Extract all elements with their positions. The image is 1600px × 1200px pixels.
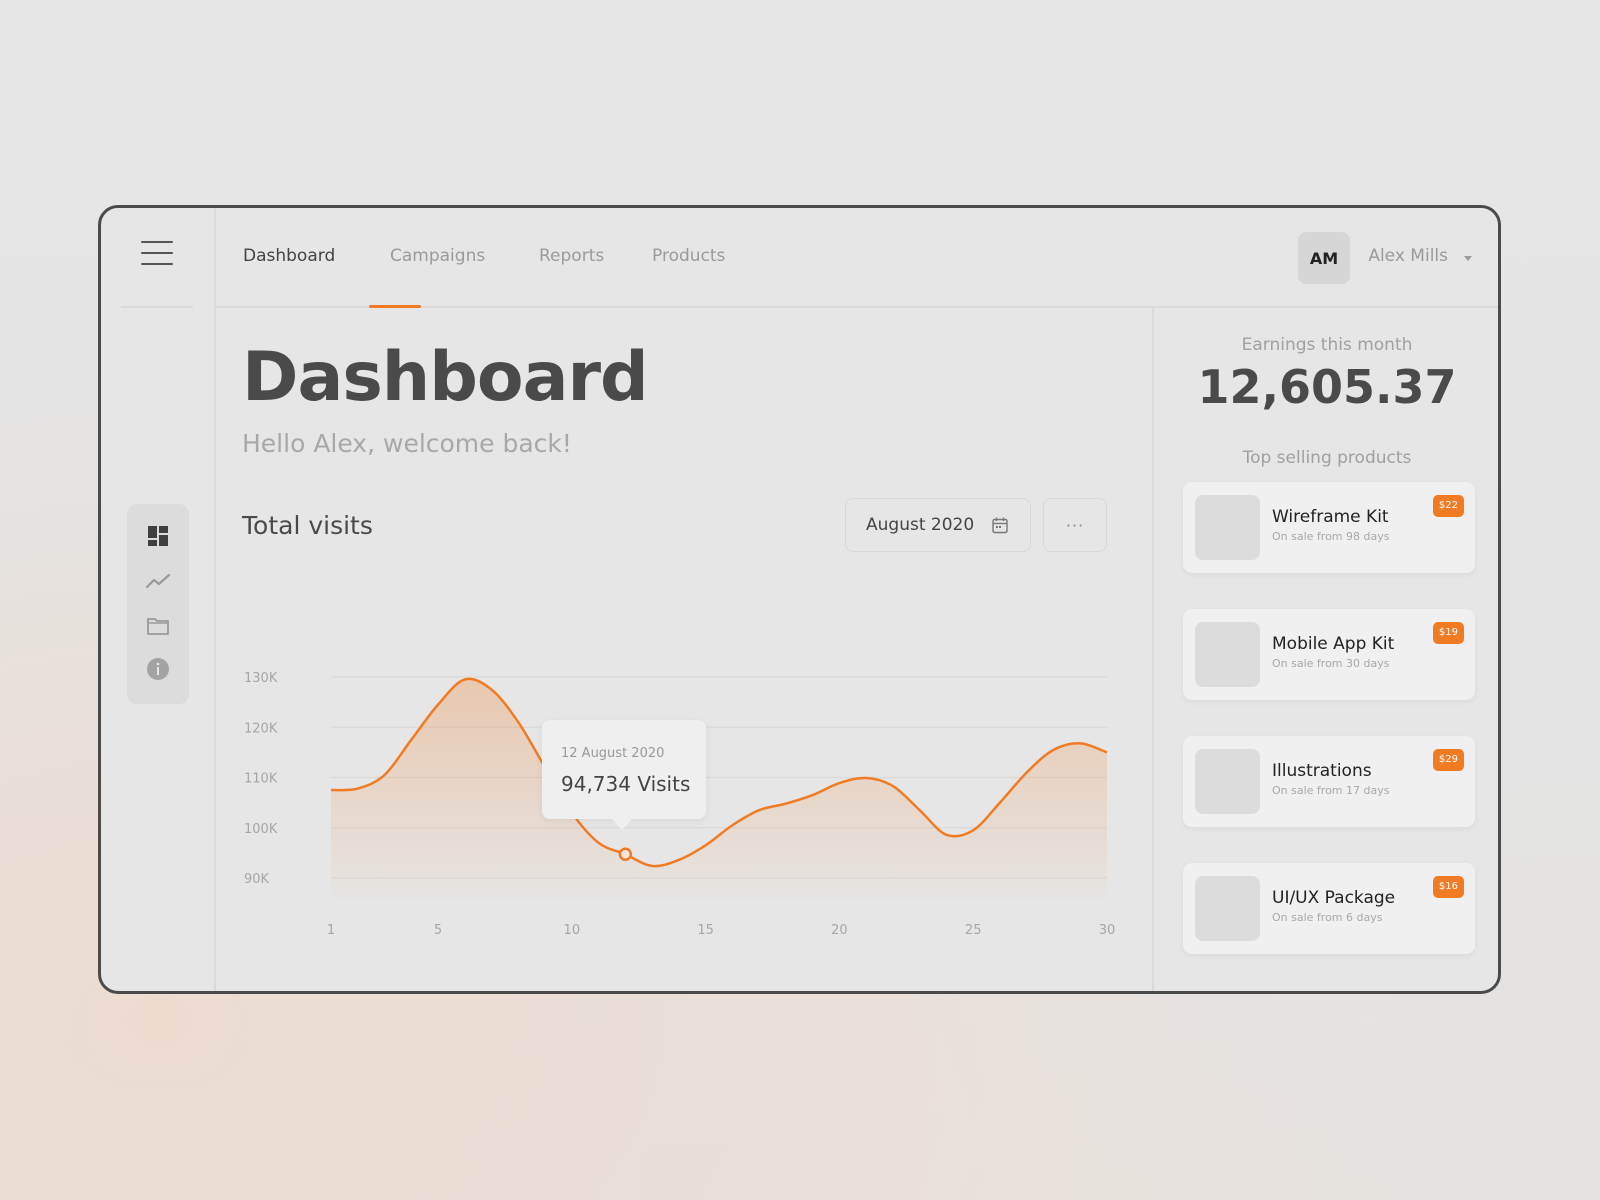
product-card[interactable]: UI/UX Package On sale from 6 days $16	[1183, 863, 1475, 954]
x-tick-label: 25	[965, 923, 982, 938]
x-tick-label: 20	[831, 923, 848, 938]
price-badge: $19	[1432, 622, 1464, 644]
chart-tooltip: 12 August 2020 94,734 Visits	[542, 720, 706, 830]
chevron-down-icon[interactable]	[1464, 256, 1472, 261]
product-card[interactable]: Mobile App Kit On sale from 30 days $19	[1183, 609, 1475, 700]
y-tick-label: 120K	[244, 721, 278, 736]
product-thumbnail	[1195, 749, 1260, 814]
product-thumbnail	[1195, 495, 1260, 560]
x-tick-label: 10	[564, 923, 581, 938]
page-title: Dashboard	[242, 338, 649, 417]
app-window: Dashboard Campaigns Reports Products AM …	[98, 205, 1501, 994]
folder-icon[interactable]	[146, 613, 170, 637]
dashboard-icon[interactable]	[146, 524, 170, 548]
menu-icon[interactable]	[141, 241, 173, 267]
info-icon[interactable]	[146, 657, 170, 681]
product-subtitle: On sale from 98 days	[1272, 530, 1390, 543]
rail-divider	[121, 306, 193, 308]
date-filter-button[interactable]: August 2020	[845, 498, 1031, 552]
product-subtitle: On sale from 17 days	[1272, 784, 1390, 797]
date-filter-label: August 2020	[866, 515, 975, 535]
product-thumbnail	[1195, 876, 1260, 941]
earnings-label: Earnings this month	[1241, 335, 1413, 355]
more-options-button[interactable]: ···	[1043, 498, 1107, 552]
right-panel: Earnings this month 12,605.37 Top sellin…	[1156, 308, 1498, 991]
price-badge: $29	[1432, 749, 1464, 771]
earnings-value: 12,605.37	[1197, 360, 1457, 414]
trend-icon[interactable]	[145, 569, 171, 593]
product-subtitle: On sale from 30 days	[1272, 657, 1390, 670]
highlight-point[interactable]	[618, 847, 633, 861]
tooltip-date: 12 August 2020	[561, 746, 665, 761]
top-selling-label: Top selling products	[1242, 448, 1412, 468]
y-tick-label: 130K	[244, 671, 278, 686]
tab-dashboard[interactable]: Dashboard	[243, 246, 335, 266]
avatar[interactable]: AM	[1298, 232, 1350, 284]
tab-products[interactable]: Products	[652, 246, 725, 266]
product-name: Wireframe Kit	[1272, 507, 1389, 527]
product-name: Illustrations	[1272, 761, 1372, 781]
tooltip-value: 94,734 Visits	[561, 772, 691, 796]
y-tick-label: 100K	[244, 822, 278, 837]
calendar-icon	[992, 517, 1008, 534]
x-tick-label: 30	[1099, 923, 1116, 938]
price-badge: $22	[1432, 495, 1464, 517]
product-card[interactable]: Illustrations On sale from 17 days $29	[1183, 736, 1475, 827]
tab-campaigns[interactable]: Campaigns	[390, 246, 485, 266]
product-name: UI/UX Package	[1272, 888, 1396, 908]
main-content: Dashboard Hello Alex, welcome back! Tota…	[216, 308, 1154, 991]
x-tick-label: 15	[697, 923, 714, 938]
left-rail	[101, 208, 216, 991]
y-tick-label: 110K	[244, 772, 278, 787]
product-thumbnail	[1195, 622, 1260, 687]
product-subtitle: On sale from 6 days	[1272, 911, 1383, 924]
total-visits-title: Total visits	[242, 511, 373, 540]
top-navigation: Dashboard Campaigns Reports Products AM …	[216, 208, 1498, 308]
visits-area	[331, 678, 1107, 898]
product-name: Mobile App Kit	[1272, 634, 1395, 654]
tab-reports[interactable]: Reports	[539, 246, 604, 266]
sidebar-icon-group	[127, 504, 189, 704]
x-tick-label: 5	[434, 923, 442, 938]
welcome-message: Hello Alex, welcome back!	[242, 429, 572, 458]
product-card[interactable]: Wireframe Kit On sale from 98 days $22	[1183, 482, 1475, 573]
x-tick-label: 1	[327, 923, 335, 938]
user-name[interactable]: Alex Mills	[1368, 246, 1448, 266]
y-tick-label: 90K	[244, 872, 270, 887]
price-badge: $16	[1432, 876, 1464, 898]
